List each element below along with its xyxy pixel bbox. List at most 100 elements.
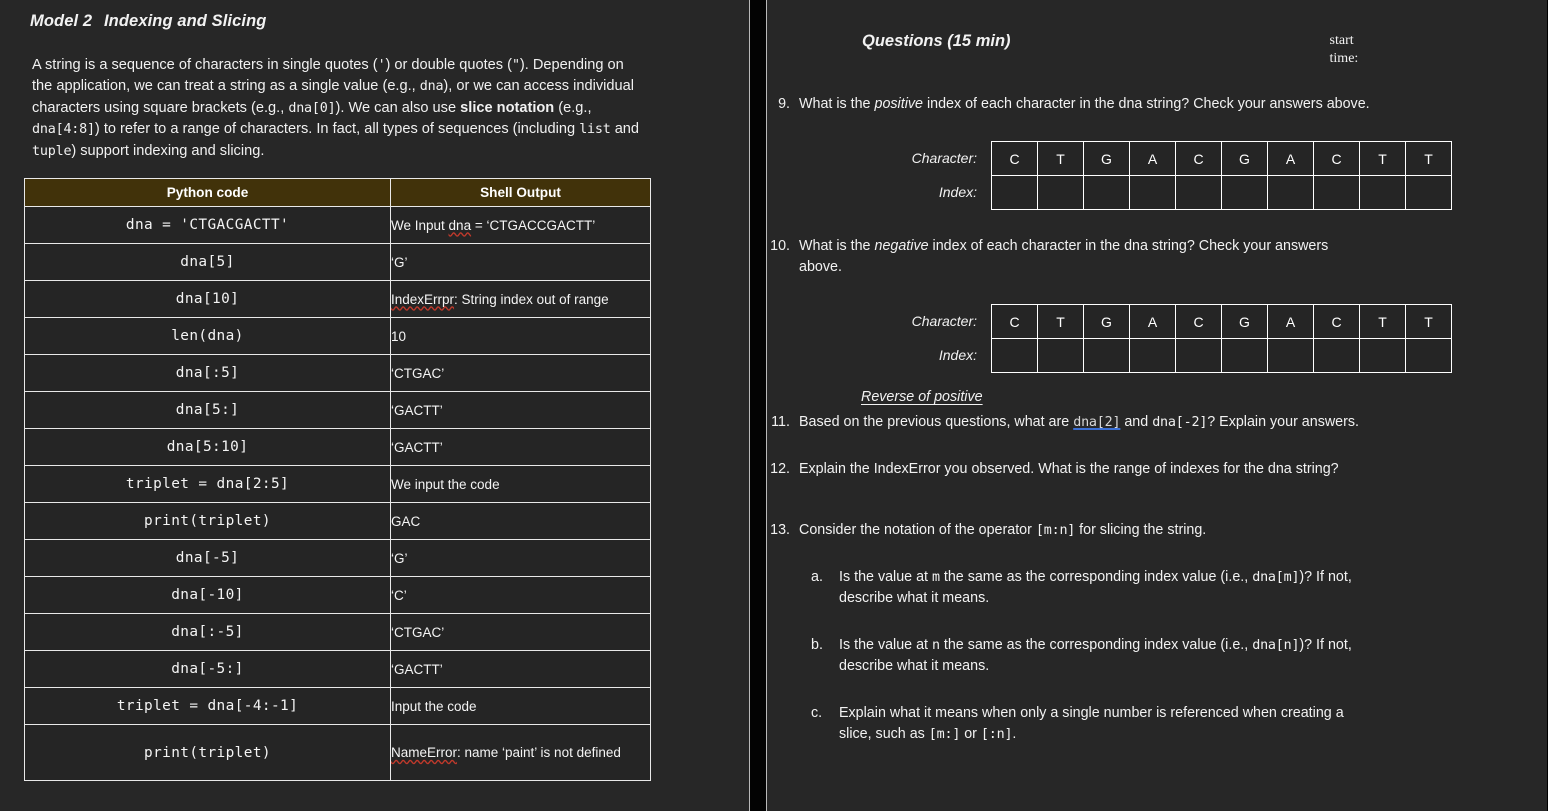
python-code-cell: triplet = dna[-4:-1] [24,687,391,726]
spacer [767,480,1547,494]
character-cell: A [1129,304,1176,339]
python-code-cell: dna[-5] [24,539,391,578]
spellcheck-flagged-word: dna [448,217,472,233]
index-row-label: Index: [938,347,977,363]
python-code-cell: dna[5:] [24,391,391,430]
question-11: 11. Based on the previous questions, wha… [767,412,1547,433]
sub-item-text: Is the value at n the same as the corres… [839,635,1379,677]
character-cell: C [1313,141,1360,176]
column-header-shell-output: Shell Output [390,178,651,208]
index-cell[interactable] [1267,175,1314,210]
sub-code-2: dna[n] [1252,638,1300,653]
python-code-cell: dna[:-5] [24,613,391,652]
character-cell: G [1083,304,1130,339]
sub-code-2: [:n] [980,727,1013,742]
table-row: dna[10] IndexErrpr: String index out of r… [24,280,651,319]
python-code-cell: dna = 'CTGACGACTT' [24,206,391,245]
index-cell[interactable] [1037,175,1084,210]
shell-output-cell: ‘GACTT’ [390,391,651,430]
output-text: = ‘CTGACCGACTT’ [471,217,596,233]
q9-pre: What is the [799,96,875,112]
table-row: print(triplet) GAC [24,502,651,541]
index-cell[interactable] [1083,338,1130,373]
shell-output-cell: ‘CTGAC’ [390,354,651,393]
slice-notation-bold: slice notation [460,99,555,116]
table-header-row: Python code Shell Output [24,178,651,208]
index-cell[interactable] [991,175,1038,210]
reverse-of-positive-row: Reverse of positive [767,373,1547,406]
code-dna: dna [419,79,444,95]
index-cell[interactable] [1175,338,1222,373]
shell-output-cell: ‘GACTT’ [390,428,651,467]
spellcheck-flagged-word: NameError [391,745,458,761]
char-table-1-labels: Character: Index: [877,141,991,209]
question-13-number: 13. [770,522,790,538]
index-cell[interactable] [1405,175,1452,210]
table-row: len(dna) 10 [24,317,651,356]
index-cell[interactable] [1221,175,1268,210]
code-list: list [579,122,611,138]
character-cell: T [1359,304,1406,339]
shell-output-cell: NameError: name ‘paint’ is not defined [390,724,651,782]
character-cell: C [991,141,1038,176]
python-code-table: Python code Shell Output dna = 'CTGACGAC… [24,178,651,782]
sub-text-pre: Is the value at [839,637,932,653]
character-cell: A [1267,304,1314,339]
page-left: Model 2 Indexing and Slicing A string is… [0,0,750,811]
table-row: dna = 'CTGACGACTT' We Input dna = ‘CTGACC… [24,206,651,245]
questions-title: Questions (15 min) [862,32,1011,50]
intro-text-6: (e.g., [554,99,592,116]
character-cell: C [1313,304,1360,339]
question-12-text: Explain the IndexError you observed. Wha… [799,461,1339,477]
index-cell[interactable] [1221,338,1268,373]
index-cell[interactable] [1405,338,1452,373]
character-cell: T [1405,304,1452,339]
output-text: We Input [391,217,449,233]
index-cell[interactable] [1037,338,1084,373]
index-cell[interactable] [1359,338,1406,373]
output-text: : String index out of range [454,291,609,307]
index-row [991,175,1452,210]
question-10: 10. What is the negative index of each c… [767,236,1547,278]
table-row: triplet = dna[2:5] We input the code [24,465,651,504]
index-cell[interactable] [1129,338,1176,373]
sub-item-number: b. [811,637,823,653]
sub-text-pre: Explain what it means when only a single… [839,705,1344,742]
python-code-cell: print(triplet) [24,724,391,782]
q13-pre: Consider the notation of the operator [799,522,1036,538]
index-cell[interactable] [1129,175,1176,210]
page-right: Questions (15 min) start time: 9. What i… [766,0,1547,811]
python-code-cell: dna[5] [24,243,391,282]
table-row: dna[5] ‘G’ [24,243,651,282]
character-cell: G [1221,141,1268,176]
q11-link-dna-2[interactable]: dna[2] [1073,415,1120,430]
sub-code-1: m [932,570,940,585]
character-cell: C [991,304,1038,339]
sub-code-1: [m:] [928,727,961,742]
index-cell[interactable] [1175,175,1222,210]
index-cell[interactable] [1313,175,1360,210]
q11-mid: and [1120,414,1153,430]
char-table-1: CTGACGACTT [991,141,1452,210]
table-row: dna[5:] ‘GACTT’ [24,391,651,430]
index-cell[interactable] [991,338,1038,373]
model-heading: Model 2 Indexing and Slicing [0,0,749,31]
code-tuple: tuple [32,143,72,159]
sub-item-number: a. [811,569,823,585]
index-cell[interactable] [1313,338,1360,373]
character-cell: G [1221,304,1268,339]
index-cell[interactable] [1359,175,1406,210]
character-cell: T [1037,304,1084,339]
reverse-of-positive-label: Reverse of positive [861,389,983,405]
character-cell: G [1083,141,1130,176]
character-cell: C [1175,141,1222,176]
question-10-number: 10. [770,238,790,254]
index-cell[interactable] [1267,338,1314,373]
index-cell[interactable] [1083,175,1130,210]
python-code-cell: triplet = dna[2:5] [24,465,391,504]
char-row-label: Character: [911,313,977,329]
character-cell: T [1037,141,1084,176]
q11-pre: Based on the previous questions, what ar… [799,414,1074,430]
q10-pre: What is the [799,238,875,254]
questions-list: 9. What is the positive index of each ch… [767,94,1547,745]
